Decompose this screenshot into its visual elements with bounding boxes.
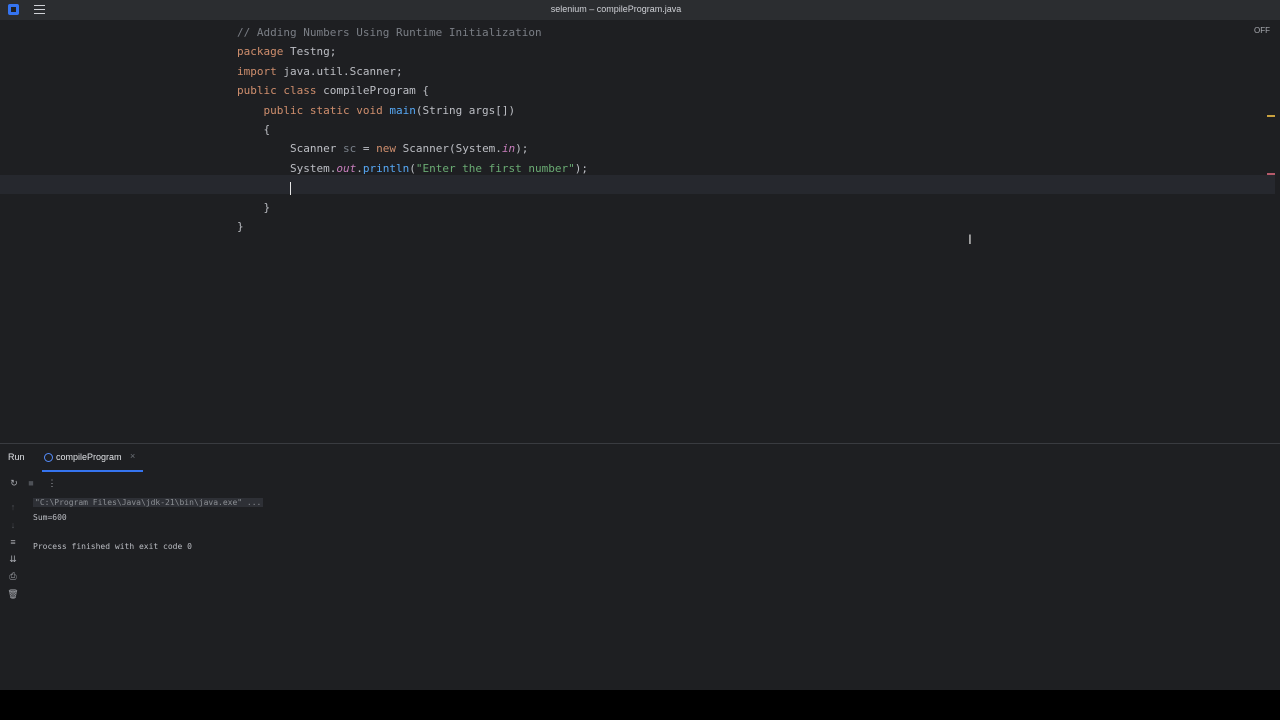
rerun-icon[interactable]: ↻ bbox=[8, 478, 20, 489]
code-token: Scanner bbox=[237, 142, 343, 156]
console-output[interactable]: "C:\Program Files\Java\jdk-21\bin\java.e… bbox=[33, 496, 264, 555]
window-title: selenium – compileProgram.java bbox=[550, 4, 682, 14]
tab-label: compileProgram bbox=[56, 452, 122, 462]
up-arrow-icon[interactable]: ↑ bbox=[7, 502, 19, 512]
code-token: import bbox=[237, 64, 284, 78]
text-cursor-icon: I bbox=[968, 231, 972, 247]
code-token: public class bbox=[237, 84, 324, 98]
code-token: sc bbox=[342, 142, 357, 156]
code-area[interactable]: // Adding Numbers Using Runtime Initiali… bbox=[237, 23, 588, 236]
code-token: main bbox=[389, 103, 416, 117]
text-caret bbox=[289, 181, 291, 195]
code-line[interactable]: Scanner sc = new Scanner(System.in); bbox=[237, 139, 588, 158]
console-text: Sum=600 bbox=[33, 512, 67, 522]
print-icon[interactable]: ⎙ bbox=[7, 571, 19, 582]
more-icon[interactable]: ⋮ bbox=[46, 478, 58, 489]
console-line: Sum=600 bbox=[33, 511, 263, 526]
code-token: Scanner(System. bbox=[402, 142, 502, 156]
code-line[interactable] bbox=[237, 178, 588, 197]
code-line[interactable]: { bbox=[237, 120, 588, 139]
code-token: = bbox=[356, 142, 377, 156]
console-text: "C:\Program Files\Java\jdk-21\bin\java.e… bbox=[33, 498, 264, 507]
code-token: out bbox=[336, 161, 357, 175]
code-token: compileProgram { bbox=[323, 84, 430, 98]
code-token: in bbox=[501, 142, 516, 156]
code-token: // Adding Numbers Using Runtime Initiali… bbox=[237, 26, 542, 39]
code-editor[interactable]: OFF // Adding Numbers Using Runtime Init… bbox=[0, 20, 1280, 443]
code-token: package bbox=[237, 45, 290, 59]
stop-icon[interactable]: ■ bbox=[25, 478, 37, 488]
trash-icon[interactable]: 🗑 bbox=[7, 589, 19, 600]
tab-compileprogram[interactable]: compileProgram × bbox=[42, 444, 143, 472]
code-token: new bbox=[376, 142, 403, 156]
code-token: java.util.Scanner; bbox=[283, 64, 403, 78]
code-line[interactable]: System.out.println("Enter the first numb… bbox=[237, 159, 588, 178]
error-marker[interactable] bbox=[1267, 173, 1275, 175]
close-icon[interactable]: × bbox=[130, 451, 135, 461]
console-text: Process finished with exit code 0 bbox=[33, 541, 192, 551]
wrap-icon[interactable]: ≡ bbox=[7, 537, 19, 547]
code-line[interactable]: import java.util.Scanner; bbox=[237, 62, 588, 81]
current-line-highlight bbox=[0, 175, 1275, 194]
code-line[interactable]: package Testng; bbox=[237, 42, 588, 61]
down-arrow-icon[interactable]: ↓ bbox=[7, 520, 19, 530]
code-token: Testng; bbox=[289, 45, 337, 59]
warning-marker[interactable] bbox=[1267, 115, 1275, 117]
code-line[interactable]: } bbox=[237, 198, 588, 217]
code-token: ); bbox=[515, 142, 529, 156]
off-indicator[interactable]: OFF bbox=[1254, 26, 1270, 35]
code-token: } bbox=[237, 219, 244, 233]
run-header: Run compileProgram × bbox=[0, 444, 1280, 472]
run-config-icon bbox=[44, 453, 53, 462]
code-line[interactable]: public static void main(String args[]) bbox=[237, 101, 588, 120]
title-bar: selenium – compileProgram.java bbox=[0, 0, 1280, 20]
code-token: public static void bbox=[237, 103, 390, 117]
code-token: ); bbox=[574, 161, 589, 175]
run-panel: Run compileProgram × ↻ ■ ⋮ ↑ ↓ ≡ ⇊ ⎙ 🗑 "… bbox=[0, 443, 1280, 691]
run-panel-title: Run bbox=[8, 452, 25, 462]
code-line[interactable]: } bbox=[237, 217, 588, 236]
console-line: "C:\Program Files\Java\jdk-21\bin\java.e… bbox=[33, 496, 264, 511]
code-token: (String args[]) bbox=[415, 103, 516, 117]
console-line: Process finished with exit code 0 bbox=[33, 540, 263, 555]
code-line[interactable]: // Adding Numbers Using Runtime Initiali… bbox=[237, 23, 588, 42]
ide-window: selenium – compileProgram.java OFF // Ad… bbox=[0, 0, 1280, 691]
scroll-to-end-icon[interactable]: ⇊ bbox=[7, 554, 19, 565]
letterbox-bar bbox=[0, 690, 1280, 720]
code-token: System. bbox=[237, 161, 337, 175]
code-token: println bbox=[362, 161, 410, 175]
code-token: } bbox=[237, 200, 271, 214]
code-token: { bbox=[237, 122, 271, 136]
code-token: "Enter the first number" bbox=[415, 161, 575, 175]
code-line[interactable]: public class compileProgram { bbox=[237, 81, 588, 100]
code-token: . bbox=[356, 161, 363, 175]
code-token: ( bbox=[409, 161, 416, 175]
